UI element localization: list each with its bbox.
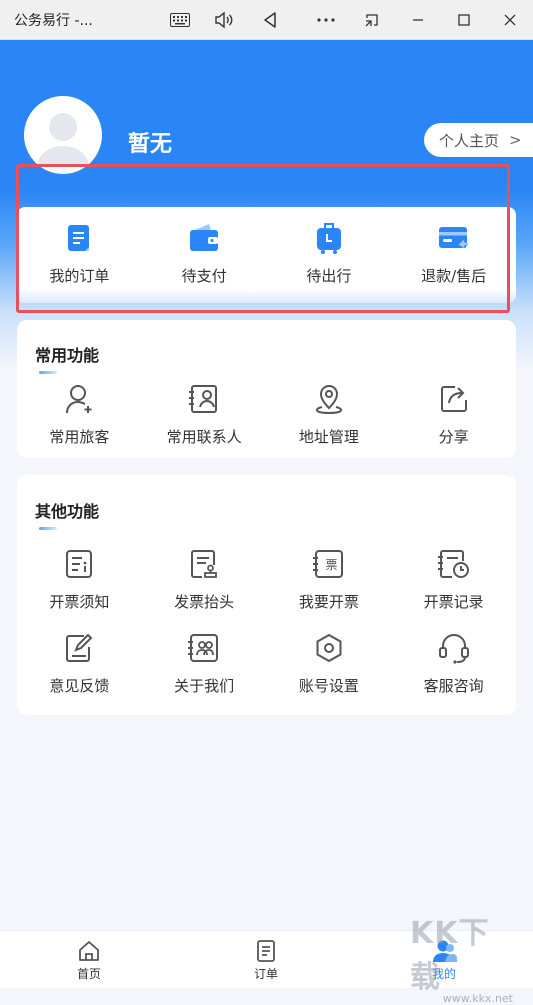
common-functions-card: 常用功能 常用旅客 常用联系人 地址管理 分享: [17, 320, 516, 458]
personal-homepage-button[interactable]: 个人主页 >: [424, 123, 533, 157]
tab-home[interactable]: 首页: [49, 931, 129, 989]
order-list-icon: [255, 939, 277, 963]
share-label: 分享: [438, 428, 469, 446]
about-us-button[interactable]: 关于我们: [142, 631, 267, 696]
invoice-title-button[interactable]: 发票抬头: [142, 547, 267, 612]
svg-text:票: 票: [325, 558, 337, 572]
customer-service-button[interactable]: 客服咨询: [391, 631, 516, 696]
watermark: KK下载 www.kkx.net: [410, 916, 533, 1005]
address-management-label: 地址管理: [298, 428, 359, 446]
close-icon[interactable]: [498, 8, 522, 32]
tab-home-label: 首页: [76, 967, 101, 981]
location-pin-icon: [312, 382, 346, 416]
common-functions-title: 常用功能: [35, 346, 100, 365]
share-button[interactable]: 分享: [391, 382, 516, 447]
volume-icon[interactable]: [212, 8, 236, 32]
frequent-contacts-button[interactable]: 常用联系人: [142, 382, 267, 447]
maximize-icon[interactable]: [452, 8, 476, 32]
settings-hex-icon: [312, 631, 346, 665]
avatar[interactable]: [24, 96, 102, 174]
default-avatar-icon: [36, 113, 90, 166]
invoice-notice-label: 开票须知: [49, 593, 110, 611]
traveler-icon: [62, 382, 96, 416]
frequent-traveler-label: 常用旅客: [49, 428, 110, 446]
keyboard-icon[interactable]: [168, 8, 192, 32]
account-settings-button[interactable]: 账号设置: [267, 631, 392, 696]
about-icon: [187, 631, 221, 665]
invoice-title-label: 发票抬头: [174, 593, 235, 611]
home-icon: [77, 939, 101, 963]
account-settings-label: 账号设置: [298, 677, 359, 695]
watermark-url: www.kkx.net: [442, 992, 513, 1005]
tab-orders-label: 订单: [253, 967, 278, 981]
frequent-traveler-button[interactable]: 常用旅客: [17, 382, 142, 447]
feedback-icon: [62, 631, 96, 665]
window-titlebar: 公务易行 -...: [0, 0, 533, 40]
address-management-button[interactable]: 地址管理: [267, 382, 392, 447]
highlight-box: [16, 164, 510, 313]
minimize-icon[interactable]: [406, 8, 430, 32]
customer-service-label: 客服咨询: [423, 677, 484, 695]
back-triangle-icon[interactable]: [258, 8, 282, 32]
other-functions-title: 其他功能: [35, 502, 100, 521]
title-underline: [39, 527, 57, 530]
invoice-info-icon: [62, 547, 96, 581]
invoice-record-label: 开票记录: [423, 593, 484, 611]
tab-orders[interactable]: 订单: [226, 931, 306, 989]
frequent-contacts-label: 常用联系人: [166, 428, 242, 446]
invoice-record-button[interactable]: 开票记录: [391, 547, 516, 612]
restore-shrink-icon[interactable]: [360, 8, 384, 32]
username: 暂无: [128, 132, 173, 157]
about-us-label: 关于我们: [174, 677, 235, 695]
share-icon: [437, 382, 471, 416]
feedback-button[interactable]: 意见反馈: [17, 631, 142, 696]
more-dots-icon[interactable]: [314, 8, 338, 32]
issue-invoice-label: 我要开票: [298, 593, 359, 611]
invoice-title-icon: [187, 547, 221, 581]
feedback-label: 意见反馈: [49, 677, 110, 695]
personal-homepage-label: 个人主页: [439, 131, 500, 150]
invoice-notice-button[interactable]: 开票须知: [17, 547, 142, 612]
window-title: 公务易行 -...: [14, 12, 93, 29]
chevron-right-icon: >: [509, 131, 522, 149]
invoice-issue-icon: 票: [312, 547, 346, 581]
issue-invoice-button[interactable]: 票 我要开票: [267, 547, 392, 612]
invoice-record-icon: [437, 547, 471, 581]
watermark-logo: KK下载: [410, 916, 490, 995]
contacts-icon: [187, 382, 221, 416]
headset-icon: [437, 631, 471, 665]
title-underline: [39, 371, 57, 374]
other-functions-card: 其他功能 开票须知 发票抬头 票 我要开票 开票记录 意见反馈 关于我们 账号设…: [17, 475, 516, 715]
